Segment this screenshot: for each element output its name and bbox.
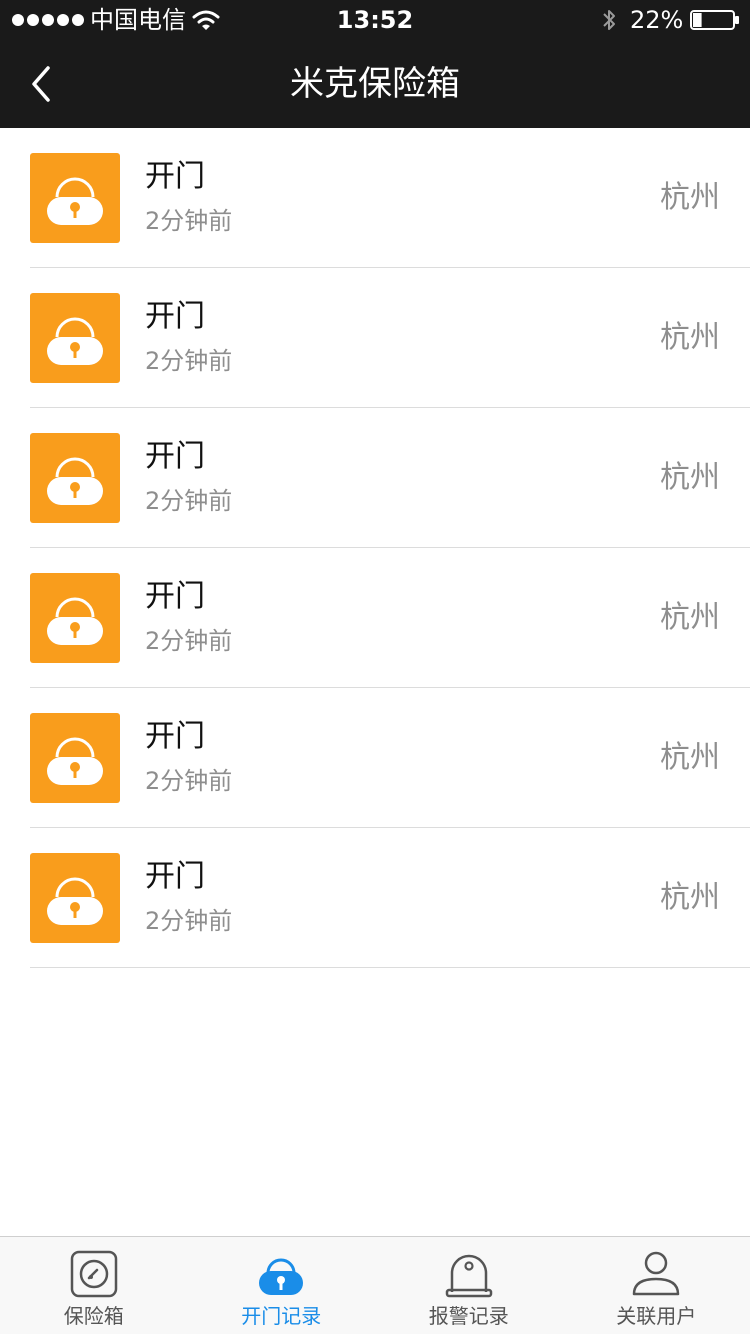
record-list-item[interactable]: 开门 2分钟前 杭州: [0, 548, 750, 688]
lock-icon: [259, 1258, 304, 1295]
status-bar: 中国电信 13:52 22%: [0, 0, 750, 40]
record-location: 杭州: [660, 600, 720, 635]
bluetooth-icon: [603, 10, 615, 30]
record-time: 2分钟前: [145, 487, 233, 515]
record-location: 杭州: [660, 880, 720, 915]
tab-unlock-records[interactable]: 开门记录: [188, 1237, 376, 1334]
record-list-item[interactable]: 开门 2分钟前 杭州: [0, 408, 750, 548]
tab-linked-users[interactable]: 关联用户: [563, 1237, 750, 1334]
lock-icon: [30, 853, 120, 943]
user-icon: [633, 1251, 680, 1296]
lock-icon: [30, 293, 120, 383]
tab-label: 报警记录: [428, 1304, 509, 1328]
record-time: 2分钟前: [145, 347, 233, 375]
divider: [30, 967, 750, 968]
safe-dial-icon: [70, 1250, 117, 1298]
record-list-item[interactable]: 开门 2分钟前 杭州: [0, 128, 750, 268]
record-time: 2分钟前: [145, 907, 233, 935]
record-action: 开门: [145, 299, 205, 334]
record-action: 开门: [145, 719, 205, 754]
tab-label: 关联用户: [616, 1304, 697, 1328]
tab-safe[interactable]: 保险箱: [0, 1237, 188, 1334]
tab-bar: 保险箱 开门记录 报警记录 关联用户: [0, 1236, 750, 1334]
record-action: 开门: [145, 859, 205, 894]
record-location: 杭州: [660, 320, 720, 355]
page-title: 米克保险箱: [290, 64, 460, 104]
record-time: 2分钟前: [145, 207, 233, 235]
battery-icon: [690, 10, 739, 30]
record-action: 开门: [145, 439, 205, 474]
lock-icon: [30, 153, 120, 243]
unlock-record-list: 开门 2分钟前 杭州 开门 2分钟前 杭州 开门 2分钟前 杭州 开门 2分钟前…: [0, 128, 750, 968]
lock-icon: [30, 573, 120, 663]
tab-alarm-records[interactable]: 报警记录: [375, 1237, 563, 1334]
record-location: 杭州: [660, 740, 720, 775]
record-action: 开门: [145, 159, 205, 194]
record-time: 2分钟前: [145, 627, 233, 655]
record-action: 开门: [145, 579, 205, 614]
battery-percentage: 22%: [630, 6, 684, 34]
header: 中国电信 13:52 22% 米克保险箱: [0, 0, 750, 128]
record-location: 杭州: [660, 460, 720, 495]
record-location: 杭州: [660, 180, 720, 215]
record-time: 2分钟前: [145, 767, 233, 795]
lock-icon: [30, 433, 120, 523]
alarm-bell-icon: [445, 1254, 492, 1298]
record-list-item[interactable]: 开门 2分钟前 杭州: [0, 268, 750, 408]
record-list-item[interactable]: 开门 2分钟前 杭州: [0, 688, 750, 828]
lock-icon: [30, 713, 120, 803]
record-list-item[interactable]: 开门 2分钟前 杭州: [0, 828, 750, 968]
tab-label: 保险箱: [63, 1304, 124, 1328]
navigation-bar: 米克保险箱: [0, 40, 750, 128]
tab-label: 开门记录: [241, 1304, 322, 1328]
